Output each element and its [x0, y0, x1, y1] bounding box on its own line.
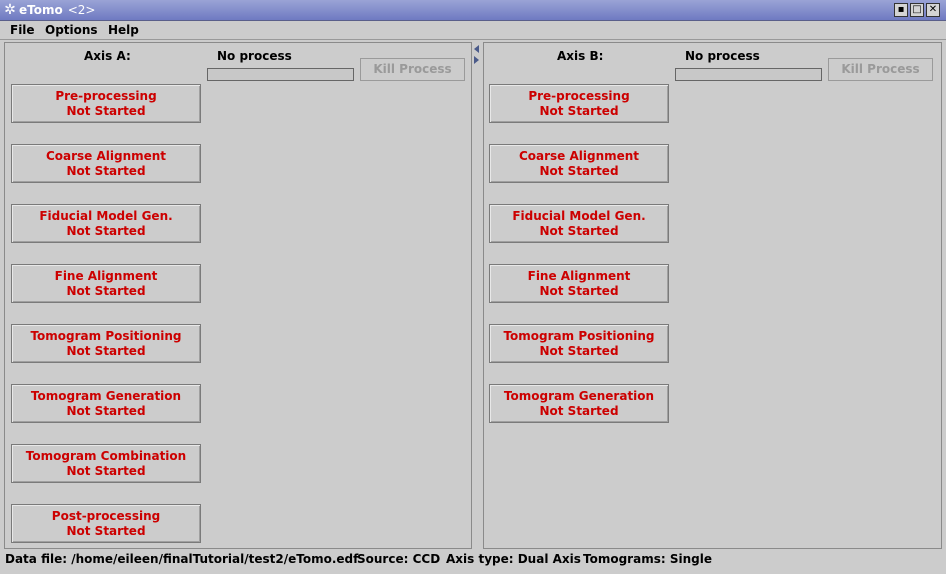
step-name: Pre-processing — [55, 89, 157, 103]
axis-a-fine-alignment-button[interactable]: Fine Alignment Not Started — [11, 264, 201, 303]
axis-a-coarse-alignment-button[interactable]: Coarse Alignment Not Started — [11, 144, 201, 183]
axis-a-tomogram-generation-button[interactable]: Tomogram Generation Not Started — [11, 384, 201, 423]
menu-file[interactable]: File — [10, 23, 35, 37]
axis-b-tomogram-generation-button[interactable]: Tomogram Generation Not Started — [489, 384, 669, 423]
step-name: Tomogram Generation — [503, 389, 655, 403]
axis-a-kill-process-button[interactable]: Kill Process — [360, 58, 465, 81]
axis-a-label: Axis A: — [84, 49, 131, 63]
step-name: Fiducial Model Gen. — [512, 209, 646, 223]
axis-a-process-status: No process — [217, 49, 292, 63]
status-bar: Data file: /home/eileen/finalTutorial/te… — [0, 549, 946, 574]
step-status: Not Started — [539, 104, 619, 118]
axis-a-preprocessing-button[interactable]: Pre-processing Not Started — [11, 84, 201, 123]
menu-bar: File Options Help — [0, 21, 946, 40]
status-axis-type: Axis type: Dual Axis — [446, 552, 581, 566]
step-status: Not Started — [539, 284, 619, 298]
axis-a-post-processing-button[interactable]: Post-processing Not Started — [11, 504, 201, 543]
step-status: Not Started — [66, 344, 146, 358]
axis-a-tomogram-combination-button[interactable]: Tomogram Combination Not Started — [11, 444, 201, 483]
divider-right-arrow-icon[interactable] — [474, 56, 479, 64]
status-tomograms: Tomograms: Single — [583, 552, 712, 566]
split-pane-divider[interactable] — [472, 42, 483, 549]
menu-options[interactable]: Options — [45, 23, 98, 37]
axis-a-tomogram-positioning-button[interactable]: Tomogram Positioning Not Started — [11, 324, 201, 363]
divider-left-arrow-icon[interactable] — [474, 45, 479, 53]
title-bar: ✲ eTomo <2> ▪ □ ✕ — [0, 0, 946, 21]
step-name: Tomogram Generation — [30, 389, 182, 403]
axis-b-preprocessing-button[interactable]: Pre-processing Not Started — [489, 84, 669, 123]
step-status: Not Started — [539, 224, 619, 238]
step-name: Fiducial Model Gen. — [39, 209, 173, 223]
menu-file-label: File — [10, 23, 35, 37]
axis-b-fiducial-model-button[interactable]: Fiducial Model Gen. Not Started — [489, 204, 669, 243]
step-status: Not Started — [539, 344, 619, 358]
axis-b-kill-process-button[interactable]: Kill Process — [828, 58, 933, 81]
step-name: Post-processing — [51, 509, 161, 523]
step-status: Not Started — [66, 224, 146, 238]
step-name: Coarse Alignment — [518, 149, 640, 163]
status-source: Source: CCD — [357, 552, 441, 566]
axis-b-fine-alignment-button[interactable]: Fine Alignment Not Started — [489, 264, 669, 303]
step-name: Tomogram Positioning — [30, 329, 182, 343]
axis-b-progress-bar — [675, 68, 822, 81]
step-name: Fine Alignment — [527, 269, 631, 283]
step-name: Coarse Alignment — [45, 149, 167, 163]
window-title-suffix: <2> — [67, 3, 96, 17]
window-title: eTomo <2> — [19, 3, 95, 17]
close-icon[interactable]: ✕ — [926, 3, 940, 17]
axis-a-fiducial-model-button[interactable]: Fiducial Model Gen. Not Started — [11, 204, 201, 243]
menu-help[interactable]: Help — [108, 23, 139, 37]
step-status: Not Started — [66, 164, 146, 178]
step-status: Not Started — [539, 164, 619, 178]
step-name: Pre-processing — [528, 89, 630, 103]
step-name: Fine Alignment — [54, 269, 158, 283]
axis-b-process-status: No process — [685, 49, 760, 63]
maximize-icon[interactable]: □ — [910, 3, 924, 17]
step-status: Not Started — [66, 524, 146, 538]
step-status: Not Started — [66, 284, 146, 298]
status-data-file: Data file: /home/eileen/finalTutorial/te… — [5, 552, 359, 566]
step-status: Not Started — [66, 404, 146, 418]
axis-a-progress-bar — [207, 68, 354, 81]
step-name: Tomogram Combination — [25, 449, 187, 463]
window-title-text: eTomo — [19, 3, 63, 17]
step-status: Not Started — [66, 104, 146, 118]
menu-help-label: Help — [108, 23, 139, 37]
step-status: Not Started — [66, 464, 146, 478]
step-name: Tomogram Positioning — [503, 329, 655, 343]
minimize-icon[interactable]: ▪ — [894, 3, 908, 17]
axis-b-label: Axis B: — [557, 49, 604, 63]
menu-options-label: Options — [45, 23, 98, 37]
axis-b-tomogram-positioning-button[interactable]: Tomogram Positioning Not Started — [489, 324, 669, 363]
app-icon[interactable]: ✲ — [2, 2, 18, 18]
step-status: Not Started — [539, 404, 619, 418]
axis-b-coarse-alignment-button[interactable]: Coarse Alignment Not Started — [489, 144, 669, 183]
